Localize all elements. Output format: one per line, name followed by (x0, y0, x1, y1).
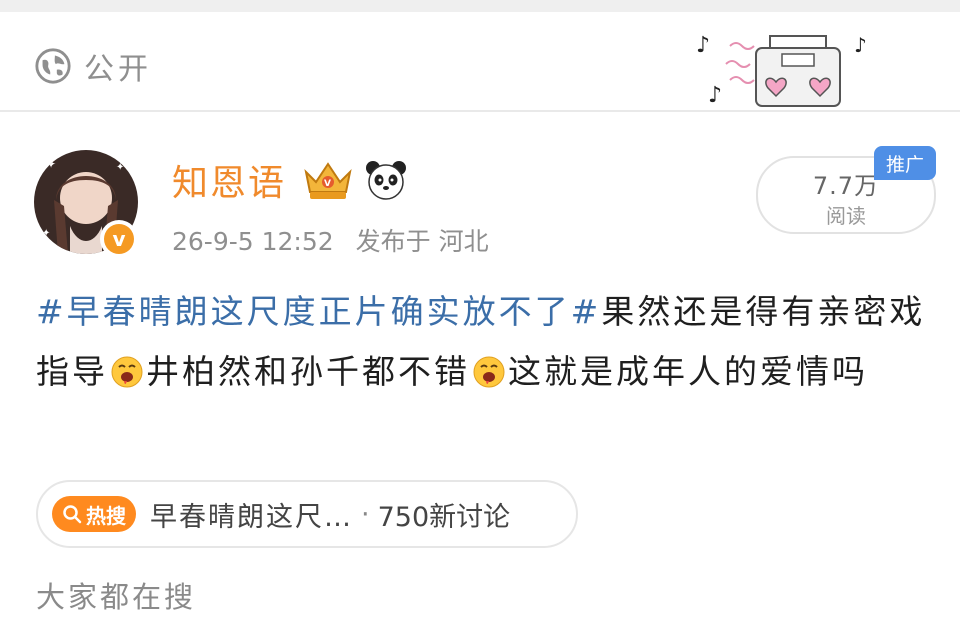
post-text-3: 这就是成年人的爱情吗 (508, 352, 868, 391)
svg-text:✦: ✦ (42, 228, 50, 239)
hashtag-link[interactable]: #早春晴朗这尺度正片确实放不了# (36, 292, 601, 331)
svg-text:♪: ♪ (696, 33, 710, 58)
svg-text:V: V (324, 179, 331, 189)
panda-icon (366, 161, 407, 200)
hot-search-badge: 热搜 (52, 496, 136, 532)
hot-search-badge-label: 热搜 (86, 503, 126, 528)
hot-search-separator: · (361, 498, 370, 530)
post-timestamp: 26-9-5 12:52 (172, 227, 334, 256)
drooling-face-emoji-2 (473, 356, 505, 388)
post-content: #早春晴朗这尺度正片确实放不了#果然还是得有亲密戏指导 井柏然和孙千都不错 这就… (36, 282, 936, 402)
read-count-label: 阅读 (826, 204, 866, 228)
svg-text:♪: ♪ (854, 33, 867, 57)
crown-badge-icon[interactable]: V (300, 158, 356, 202)
hot-search-chip[interactable]: 热搜 早春晴朗这尺… · 750新讨论 (36, 480, 578, 548)
post-text-2: 井柏然和孙千都不错 (146, 352, 470, 391)
svg-text:♪: ♪ (708, 83, 722, 108)
status-strip (0, 0, 960, 12)
verified-v-icon: v (100, 220, 138, 258)
author-name[interactable]: 知恩语 (172, 154, 286, 206)
post-location: 发布于 河北 (355, 227, 489, 256)
search-icon (63, 505, 82, 524)
globe-icon (35, 48, 71, 84)
promote-badge[interactable]: 推广 (874, 146, 936, 180)
svg-text:✦: ✦ (46, 157, 56, 171)
verified-dot: v (104, 224, 134, 254)
drooling-face-emoji (111, 356, 143, 388)
everyone-searching-heading: 大家都在搜 (36, 580, 197, 614)
hot-search-topic: 早春晴朗这尺… (150, 501, 353, 533)
svg-text:✦: ✦ (116, 162, 124, 173)
visibility-label: 公开 (84, 52, 152, 87)
visibility-setting[interactable]: 公开 (34, 44, 152, 88)
post-header-bar: 公开 ♪ ♪ ♪ (0, 12, 960, 112)
post-meta: 26-9-5 12:52 发布于 河北 (172, 222, 489, 258)
hot-search-discussion-count: 750新讨论 (377, 501, 511, 533)
boombox-music-icon: ♪ ♪ ♪ (696, 33, 867, 108)
author-row: 知恩语 V (172, 154, 408, 206)
